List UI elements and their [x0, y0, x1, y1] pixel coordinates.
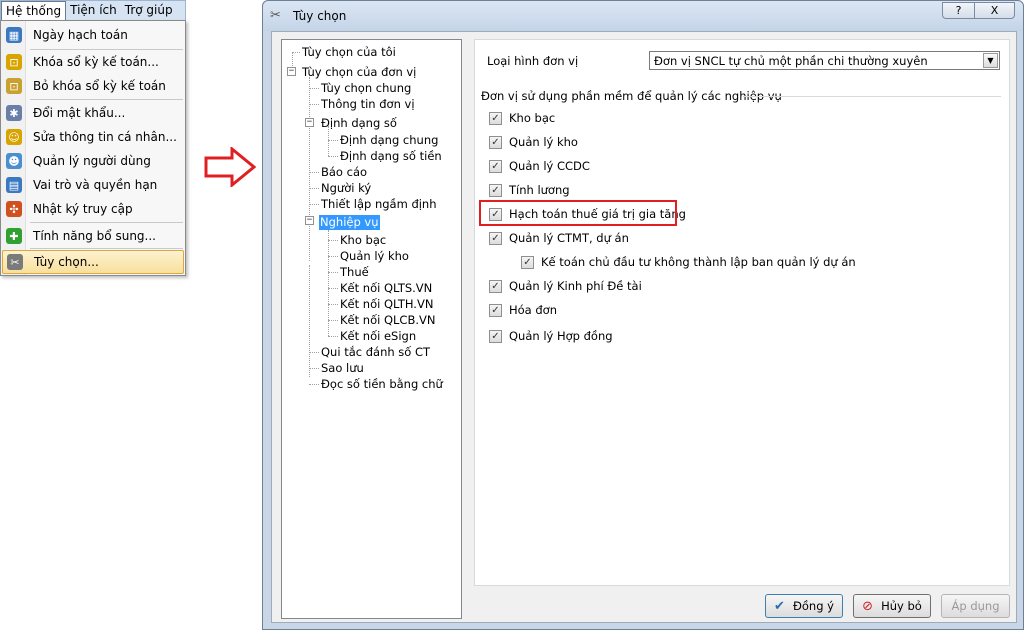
- system-menu: Hệ thống Tiện ích Trợ giúp ▦ Ngày hạch t…: [0, 0, 186, 276]
- menu-item-tuy-chon[interactable]: ✂ Tùy chọn...: [2, 250, 184, 274]
- checkbox-checked-icon[interactable]: ✓: [489, 183, 502, 197]
- checkbox-checked-icon[interactable]: ✓: [489, 279, 502, 293]
- help-button[interactable]: ?: [942, 2, 975, 19]
- tree-item-dinh-dang-chung[interactable]: Định dạng chung: [339, 133, 439, 148]
- tree-item-ket-noi-qlcb[interactable]: Kết nối QLCB.VN: [339, 313, 436, 328]
- users-icon: ☻: [6, 153, 22, 169]
- unit-type-label: Loại hình đơn vị: [487, 54, 579, 68]
- menu-item-ngay-hach-toan[interactable]: ▦ Ngày hạch toán: [2, 23, 184, 47]
- close-button[interactable]: X: [974, 2, 1015, 19]
- tree-item-ket-noi-qlth[interactable]: Kết nối QLTH.VN: [339, 297, 434, 312]
- tree-item-tuy-chon-chung[interactable]: Tùy chọn chung: [320, 81, 412, 96]
- menu-separator: [30, 222, 183, 223]
- tools-icon: ✂: [7, 254, 23, 270]
- apply-button[interactable]: Áp dụng: [941, 594, 1010, 618]
- calendar-icon: ▦: [6, 27, 22, 43]
- menu-item-doi-mat-khau[interactable]: ✱ Đổi mật khẩu...: [2, 101, 184, 125]
- options-panel: Loại hình đơn vị Đơn vị SNCL tự chủ một …: [474, 39, 1010, 586]
- tree-collapse-toggle[interactable]: −: [287, 67, 296, 76]
- cancel-icon: ⊘: [862, 598, 874, 614]
- check-tinh-luong[interactable]: ✓ Tính lương: [489, 182, 570, 198]
- tree-item-thong-tin-don-vi[interactable]: Thông tin đơn vị: [320, 97, 416, 112]
- right-arrow-icon: [204, 147, 256, 187]
- checkbox-checked-icon[interactable]: ✓: [489, 135, 502, 149]
- options-tree: − − − Tùy chọn của tôi Tùy chọn của đơn …: [281, 39, 462, 619]
- unit-type-value: Đơn vị SNCL tự chủ một phần chi thường x…: [654, 54, 928, 68]
- check-quan-ly-hop-dong[interactable]: ✓ Quản lý Hợp đồng: [489, 328, 613, 344]
- tree-item-dinh-dang-so-tien[interactable]: Định dạng số tiền: [339, 149, 443, 164]
- menu-item-tinh-nang[interactable]: ✚ Tính năng bổ sung...: [2, 224, 184, 248]
- check-quan-ly-ctmt[interactable]: ✓ Quản lý CTMT, dự án: [489, 230, 629, 246]
- tree-item-kho-bac[interactable]: Kho bạc: [339, 233, 387, 248]
- user-edit-icon: ☺: [6, 129, 22, 145]
- checkbox-checked-icon[interactable]: ✓: [489, 329, 502, 343]
- checkbox-checked-icon[interactable]: ✓: [489, 231, 502, 245]
- tree-item-doc-so-tien[interactable]: Đọc số tiền bằng chữ: [320, 377, 444, 392]
- checkbox-checked-icon[interactable]: ✓: [489, 303, 502, 317]
- menu-item-bo-khoa-so[interactable]: ⊡ Bỏ khóa sổ kỳ kế toán: [2, 74, 184, 98]
- tree-item-nguoi-ky[interactable]: Người ký: [320, 181, 372, 196]
- check-quan-ly-kho[interactable]: ✓ Quản lý kho: [489, 134, 578, 150]
- tree-item-tuy-chon-cua-toi[interactable]: Tùy chọn của tôi: [301, 45, 397, 60]
- tree-item-tuy-chon-cua-don-vi[interactable]: Tùy chọn của đơn vị: [301, 65, 417, 80]
- menu-he-thong[interactable]: Hệ thống: [1, 1, 67, 20]
- check-kho-bac[interactable]: ✓ Kho bạc: [489, 110, 555, 126]
- options-dialog: ✂ Tùy chọn ? X − − − Tùy chọn của tôi Tù…: [262, 0, 1024, 630]
- tree-item-ket-noi-qlts[interactable]: Kết nối QLTS.VN: [339, 281, 433, 296]
- check-quan-ly-kinh-phi[interactable]: ✓ Quản lý Kinh phí Đề tài: [489, 278, 642, 294]
- menu-item-sua-thong-tin[interactable]: ☺ Sửa thông tin cá nhân...: [2, 125, 184, 149]
- checkbox-checked-icon[interactable]: ✓: [489, 111, 502, 125]
- menu-item-vai-tro[interactable]: ▤ Vai trò và quyền hạn: [2, 173, 184, 197]
- checkbox-checked-icon[interactable]: ✓: [521, 255, 534, 269]
- dialog-client: − − − Tùy chọn của tôi Tùy chọn của đơn …: [271, 31, 1017, 623]
- dropdown-menu: ▦ Ngày hạch toán ⊡ Khóa sổ kỳ kế toán...…: [0, 20, 186, 276]
- dialog-titlebar[interactable]: ✂ Tùy chọn ? X: [263, 1, 1023, 31]
- dialog-title: Tùy chọn: [293, 9, 347, 23]
- unit-type-select[interactable]: Đơn vị SNCL tự chủ một phần chi thường x…: [649, 51, 1000, 70]
- unlock-icon: ⊡: [6, 78, 22, 94]
- role-icon: ▤: [6, 177, 22, 193]
- check-ke-toan-chu-dau-tu[interactable]: ✓ Kế toán chủ đầu tư không thành lập ban…: [521, 254, 856, 270]
- menu-item-nhat-ky[interactable]: ✣ Nhật ký truy cập: [2, 197, 184, 221]
- tree-item-dinh-dang-so[interactable]: Định dạng số: [320, 116, 398, 131]
- checkbox-checked-icon[interactable]: ✓: [489, 159, 502, 173]
- ok-button[interactable]: ✔ Đồng ý: [765, 594, 843, 618]
- menu-item-khoa-so[interactable]: ⊡ Khóa sổ kỳ kế toán...: [2, 50, 184, 74]
- tree-collapse-toggle[interactable]: −: [305, 118, 314, 127]
- menu-separator: [30, 99, 183, 100]
- group-divider: [743, 96, 1001, 97]
- chevron-down-icon[interactable]: ▼: [983, 53, 998, 68]
- password-icon: ✱: [6, 105, 22, 121]
- menu-item-quan-ly-nguoi-dung[interactable]: ☻ Quản lý người dùng: [2, 149, 184, 173]
- check-hoa-don[interactable]: ✓ Hóa đơn: [489, 302, 557, 318]
- check-quan-ly-ccdc[interactable]: ✓ Quản lý CCDC: [489, 158, 590, 174]
- cancel-button[interactable]: ⊘ Hủy bỏ: [853, 594, 931, 618]
- tree-item-ket-noi-esign[interactable]: Kết nối eSign: [339, 329, 417, 344]
- tree-item-thiet-lap-ngam-dinh[interactable]: Thiết lập ngầm định: [320, 197, 438, 212]
- lock-icon: ⊡: [6, 54, 22, 70]
- business-group-label: Đơn vị sử dụng phần mềm để quản lý các n…: [481, 89, 782, 103]
- menu-tien-ich[interactable]: Tiện ích: [66, 1, 121, 20]
- highlight-box: [479, 200, 677, 226]
- tree-item-bao-cao[interactable]: Báo cáo: [320, 165, 368, 180]
- tree-item-thue[interactable]: Thuế: [339, 265, 370, 280]
- tree-item-nghiep-vu[interactable]: Nghiệp vụ: [319, 215, 380, 230]
- menu-separator: [30, 248, 183, 249]
- tools-icon: ✂: [270, 8, 281, 23]
- footprints-icon: ✣: [6, 201, 22, 217]
- tree-item-sao-luu[interactable]: Sao lưu: [320, 361, 365, 376]
- menu-tro-giup[interactable]: Trợ giúp: [121, 1, 177, 20]
- tree-item-qui-tac-danh-so[interactable]: Qui tắc đánh số CT: [320, 345, 431, 360]
- puzzle-icon: ✚: [6, 228, 22, 244]
- checkmark-icon: ✔: [774, 598, 785, 614]
- tree-item-quan-ly-kho[interactable]: Quản lý kho: [339, 249, 410, 264]
- tree-collapse-toggle[interactable]: −: [305, 216, 314, 225]
- menubar: Hệ thống Tiện ích Trợ giúp: [0, 0, 186, 21]
